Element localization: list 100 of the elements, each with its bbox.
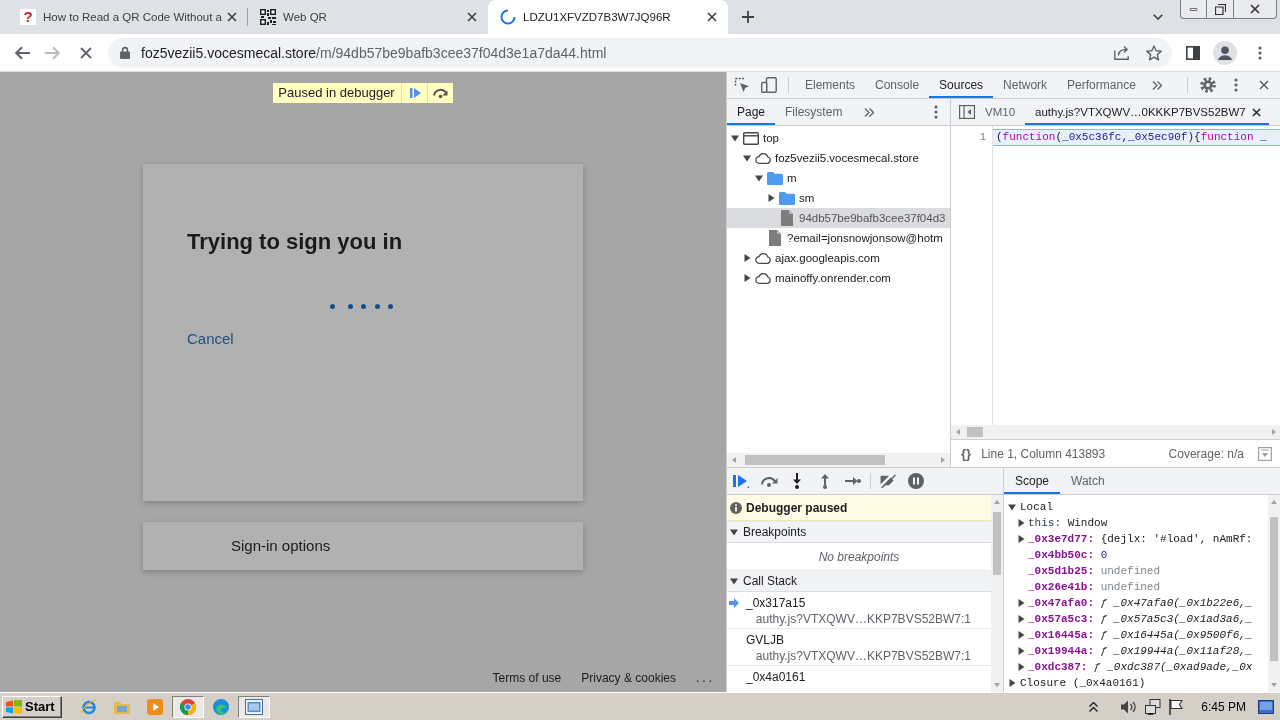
sign-in-options-button[interactable]: Sign-in options [143,522,583,570]
disclosure-triangle-icon[interactable] [1017,615,1025,623]
more-tabs-icon[interactable] [864,107,875,117]
close-icon[interactable] [707,12,717,22]
tree-item[interactable]: mainoffy.onrender.com [727,268,950,288]
speaker-icon[interactable] [1121,699,1138,714]
panel-tab[interactable]: Elements [795,72,866,98]
scope-property[interactable]: _0x5d1b25: undefined [1004,563,1268,579]
cancel-link[interactable]: Cancel [187,329,234,349]
step-into-icon[interactable] [792,473,802,489]
tree-item[interactable]: ?email=jonsnowjonsow@hotm [727,228,950,248]
section-header[interactable]: Breakpoints [727,521,991,543]
side-panel-icon[interactable] [1186,45,1200,60]
disclosure-triangle-icon[interactable] [755,174,763,182]
scrollbar[interactable] [951,425,1280,439]
pretty-print-button[interactable]: {} [961,446,972,461]
step-out-icon[interactable] [820,473,830,489]
scope-section[interactable]: Closure (_0x4a0161) [1004,675,1268,691]
disclosure-triangle-icon[interactable] [1017,599,1025,607]
tree-item[interactable]: ajax.googleapis.com [727,248,950,268]
disclosure-triangle-icon[interactable] [731,134,739,142]
menu-icon[interactable] [1258,45,1262,60]
panel-tab[interactable]: Performance [1057,72,1146,98]
navigator-tab[interactable]: Filesystem [775,99,853,125]
browser-tab[interactable]: Web QR [248,0,488,34]
scrollbar[interactable] [991,495,1003,692]
url-text[interactable]: foz5vezii5.vocesmecal.store/m/94db57be9bafb3cee37f04d3e1a7da44.html [141,44,607,61]
back-icon[interactable] [14,45,30,60]
tree-item[interactable]: top [727,128,950,148]
caret-down-icon[interactable] [1153,14,1163,20]
chevron-up-icon[interactable] [1089,701,1099,712]
scope-property[interactable]: _0x19944a: ƒ _0x19944a(_0x11af28,_ [1004,643,1268,659]
file-tab[interactable]: authy.js?VTXQWV…0KKKP7BVS52BW7 [1025,99,1269,125]
resume-icon[interactable] [733,474,749,488]
sidebar-tab[interactable]: Scope [1004,468,1061,494]
file-tab[interactable]: VM10 [975,99,1026,125]
close-icon[interactable] [227,12,237,22]
avatar-icon[interactable] [1213,40,1237,65]
tree-item[interactable]: 94db57be9bafb3cee37f04d3 [727,208,950,228]
address-bar[interactable]: foz5vezii5.vocesmecal.store/m/94db57be9bafb3cee37f04d3e1a7da44.html [108,37,1172,68]
disclosure-triangle-icon[interactable] [1017,519,1025,527]
scope-section[interactable]: Local [1004,499,1268,515]
browser-tab[interactable]: LDZU1XFVZD7B3W7JQ96R [488,0,728,34]
flag-icon[interactable] [1169,698,1184,715]
disclosure-triangle-icon[interactable] [730,577,738,585]
section-header[interactable]: Call Stack [727,570,991,592]
scrollbar[interactable] [727,453,950,467]
disclosure-triangle-icon[interactable] [1017,663,1025,671]
footer-link[interactable]: Privacy & cookies [581,670,676,686]
tree-item[interactable]: sm [727,188,950,208]
menu-icon[interactable] [934,105,938,119]
start-button[interactable]: Start [2,695,62,718]
scope-property[interactable]: _0x57a5c3: ƒ _0x57a5c3(_0x1ad3a6,_ [1004,611,1268,627]
more-options-button[interactable]: ... [696,670,715,686]
disclosure-triangle-icon[interactable] [743,154,751,162]
step-over-icon[interactable] [760,475,778,487]
inspect-icon[interactable] [734,77,750,93]
deactivate-breakpoints-icon[interactable] [878,474,898,488]
footer-link[interactable]: Terms of use [492,670,562,686]
disclosure-triangle-icon[interactable] [743,274,751,282]
disclosure-triangle-icon[interactable] [1008,679,1016,687]
tree-item[interactable]: m [727,168,950,188]
stop-icon[interactable] [80,46,92,59]
taskbar-app-button[interactable] [237,695,270,718]
sidebar-tab[interactable]: Watch [1060,468,1116,494]
disclosure-triangle-icon[interactable] [1017,631,1025,639]
share-icon[interactable] [1114,45,1130,60]
panel-tab[interactable]: Network [993,72,1058,98]
scope-property[interactable]: _0x16445a: ƒ _0x16445a(_0x9500f6,_ [1004,627,1268,643]
scope-property[interactable]: _0x4bb50c: 0 [1004,547,1268,563]
scrollbar[interactable] [1268,495,1280,692]
taskbar-app-button[interactable] [171,695,204,718]
disclosure-triangle-icon[interactable] [767,194,775,202]
show-desktop-icon[interactable] [1258,699,1274,714]
disclosure-triangle-icon[interactable] [730,528,738,536]
pause-icon[interactable] [908,473,924,489]
disclosure-triangle-icon[interactable] [1017,647,1025,655]
device-icon[interactable] [761,77,777,93]
close-icon[interactable] [1251,107,1261,117]
panel-tab[interactable]: Console [865,72,930,98]
disclosure-triangle-icon[interactable] [1008,503,1016,511]
scope-property[interactable]: _0x3e7d77: {dejlx: '#load', nAmRf: [1004,531,1268,547]
scope-property[interactable]: _0x47afa0: ƒ _0x47afa0(_0x1b22e6,_ [1004,595,1268,611]
plus-icon[interactable] [742,11,754,23]
scope-property[interactable]: _0xdc387: ƒ _0xdc387(_0xad9ade,_0x [1004,659,1268,675]
disclosure-triangle-icon[interactable] [743,254,751,262]
dropdown-box-icon[interactable] [1258,446,1272,461]
star-icon[interactable] [1146,44,1162,61]
menu-icon[interactable] [1234,78,1238,92]
tree-item[interactable]: foz5vezii5.vocesmecal.store [727,148,950,168]
close-icon[interactable] [467,12,477,22]
network-icon[interactable] [1145,698,1162,715]
disclosure-triangle-icon[interactable] [1017,535,1025,543]
settings-icon[interactable] [1200,77,1216,93]
navigator-tab[interactable]: Page [727,99,776,125]
sidebar-toggle-icon[interactable] [959,105,975,119]
scope-property[interactable]: _0x26e41b: undefined [1004,579,1268,595]
more-tabs-icon[interactable] [1151,80,1162,90]
scope-property[interactable]: this: Window [1004,515,1268,531]
step-icon[interactable] [845,476,861,486]
